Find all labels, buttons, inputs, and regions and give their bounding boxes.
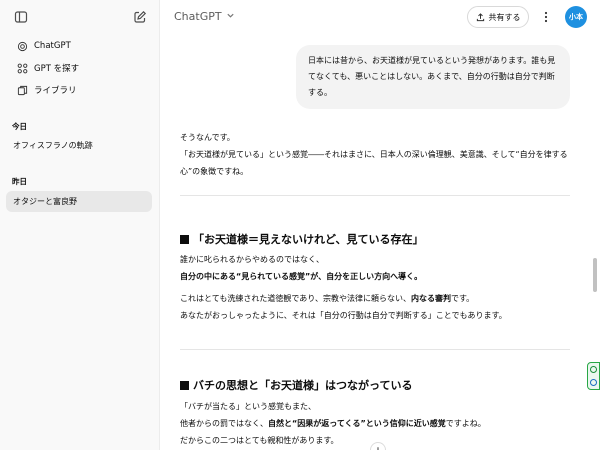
sidebar-header [0, 0, 159, 34]
extension-icon [590, 366, 597, 373]
more-options-icon[interactable] [537, 8, 555, 26]
sidebar-item-explore-gpts[interactable]: GPT を探す [6, 57, 154, 79]
reply-text: そうなんです。 [180, 133, 235, 142]
floating-extension-widget[interactable] [587, 362, 600, 390]
reply-bold-text: 内なる審判 [410, 294, 451, 303]
model-selector[interactable]: ChatGPT [174, 10, 235, 23]
reply-text: これはとても洗練された道徳観であり、宗教や法律に頼らない、 [180, 294, 411, 303]
sidebar-toggle-icon[interactable] [10, 6, 32, 28]
reply-text: 「バチが当たる」という感覚もまた、 [180, 402, 316, 411]
divider [180, 349, 570, 350]
reply-text: ですよね。 [445, 419, 486, 428]
chevron-down-icon [226, 10, 235, 23]
user-message-bubble: 日本には昔から、お天道様が見ているという発想があります。誰も見てなくても、悪いこ… [296, 45, 570, 109]
sidebar-item-label: GPT を探す [34, 64, 80, 74]
conversation-area: 日本には昔から、お天道様が見ているという発想があります。誰も見てなくても、悪いこ… [160, 36, 590, 450]
library-icon [16, 84, 28, 96]
square-bullet-icon [180, 380, 189, 390]
divider [180, 195, 570, 196]
sidebar-item-label: ChatGPT [34, 41, 71, 51]
reply-text-line: これはとても洗練された道徳観であり、宗教や法律に頼らない、内なる審判です。 [180, 290, 580, 307]
reply-text-line: 他者からの罰ではなく、自然と“因果が返ってくる”という信仰に近い感覚ですよね。 [180, 415, 580, 432]
reply-bold-text: 自分の中にある“見られている感覚”が、自分を正しい方向へ導く。 [180, 272, 423, 281]
section-title-yesterday: 昨日 [12, 177, 27, 186]
square-bullet-icon [180, 234, 189, 244]
openai-logo-icon [16, 40, 28, 52]
avatar[interactable]: 小本 [565, 6, 587, 28]
reply-text: 誰かに叱られるからやめるのではなく、 [180, 255, 324, 264]
share-label: 共有する [488, 12, 521, 22]
assistant-reply-intro: そうなんです。 「お天道様が見ている」という感覚――それはまさに、日本人の深い倫… [180, 129, 580, 180]
reply-bold-text: 自然と“因果が返ってくる”という信仰に近い感覚 [268, 419, 446, 428]
chat-history-item-active[interactable]: オタジーと富良野 [6, 191, 152, 212]
sidebar-item-chatgpt[interactable]: ChatGPT [6, 35, 154, 57]
sidebar-nav: ChatGPT GPT を探す ライブラリ [6, 35, 154, 101]
section-heading: バチの思想と「お天道様」はつながっている [180, 377, 580, 393]
assistant-reply-section-1: 誰かに叱られるからやめるのではなく、 自分の中にある“見られている感覚”が、自分… [180, 251, 580, 324]
reply-text: 他者からの罰ではなく、 [180, 419, 268, 428]
extension-icon [590, 379, 597, 386]
heading-text: 「お天道様＝見えないけれど、見ている存在」 [193, 233, 424, 246]
share-icon [476, 12, 485, 22]
sidebar-item-library[interactable]: ライブラリ [6, 79, 154, 101]
new-chat-icon[interactable] [129, 6, 151, 28]
reply-text: 「お天道様が見ている」という感覚――それはまさに、日本人の深い倫理観、美意識、そ… [180, 150, 568, 176]
heading-text: バチの思想と「お天道様」はつながっている [193, 379, 413, 392]
sidebar: ChatGPT GPT を探す ライブラリ 今日 オフィスフラノの軌跡 昨日 オ… [0, 0, 160, 450]
reply-text: です。 [450, 294, 475, 303]
sidebar-item-label: ライブラリ [34, 86, 77, 96]
model-name: ChatGPT [174, 10, 222, 23]
grid-icon [16, 62, 28, 74]
section-heading: 「お天道様＝見えないけれど、見ている存在」 [180, 231, 580, 247]
reply-text: あなたがおっしゃったように、それは「自分の行動は自分で判断する」ことでもあります… [180, 311, 507, 320]
share-button[interactable]: 共有する [467, 6, 529, 28]
scrollbar-thumb[interactable] [593, 258, 597, 292]
chat-history-item[interactable]: オフィスフラノの軌跡 [6, 135, 152, 156]
section-title-today: 今日 [12, 122, 27, 131]
top-header: ChatGPT 共有する 小本 [160, 0, 600, 36]
